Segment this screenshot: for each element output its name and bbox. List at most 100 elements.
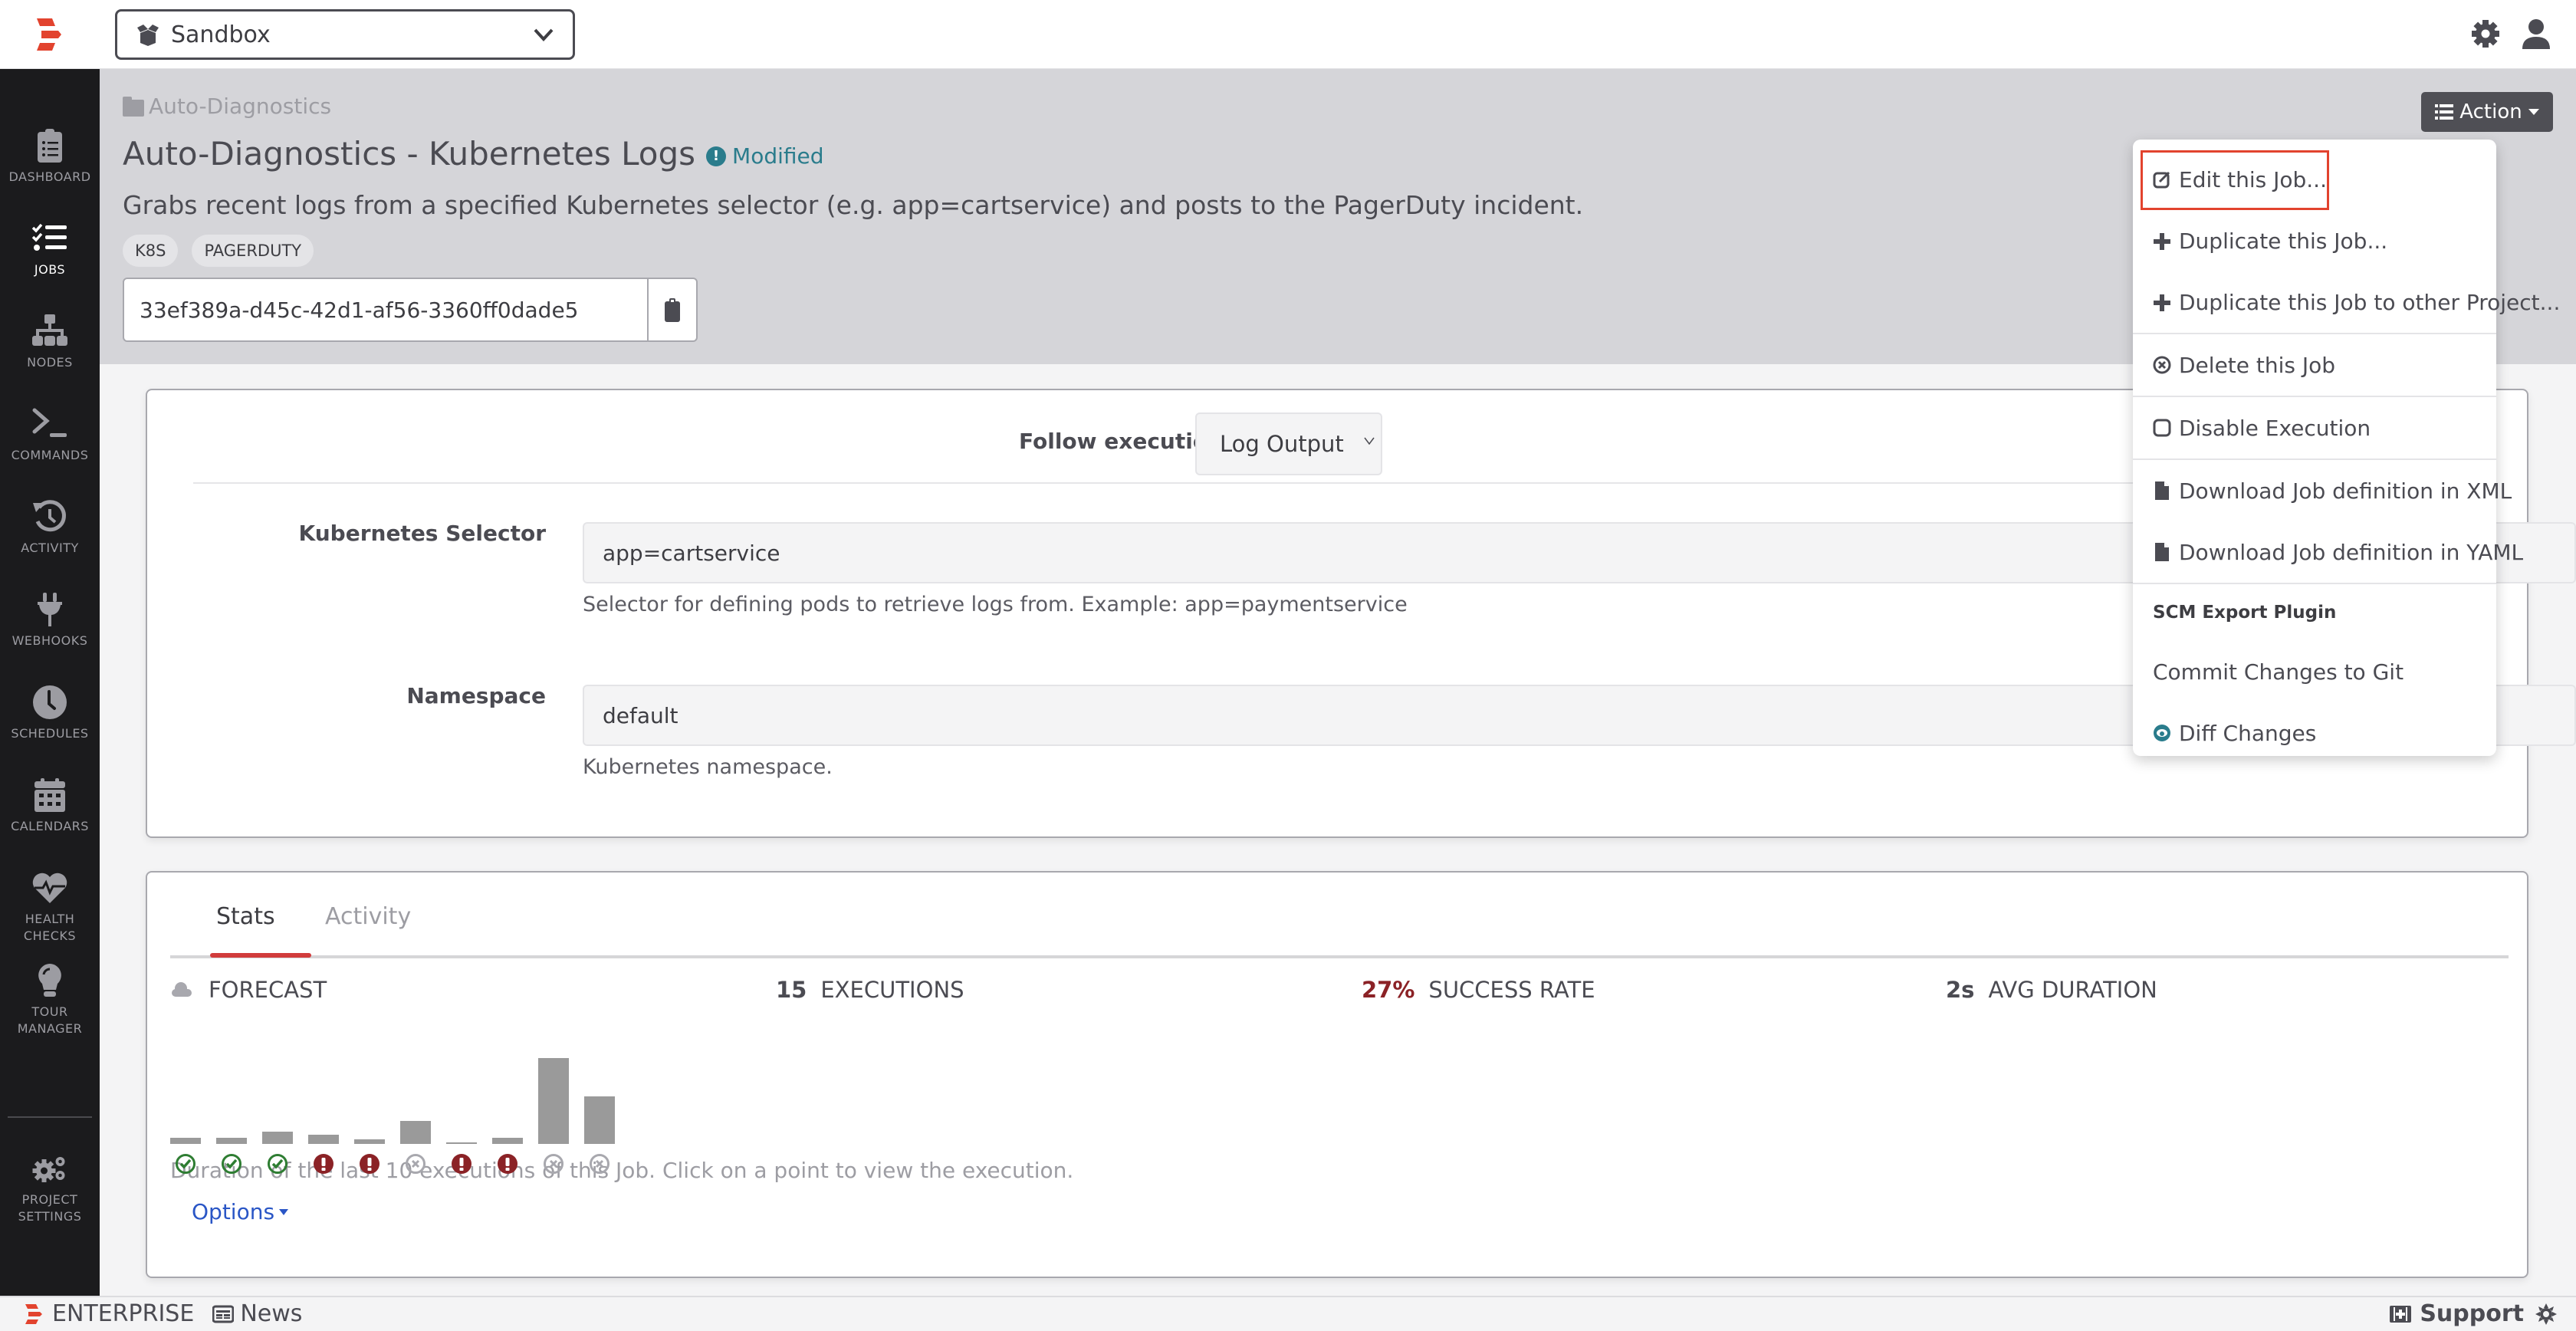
- scm-export-header: SCM Export Plugin: [2153, 603, 2337, 623]
- follow-execution-label: Follow execution: [1019, 429, 1223, 454]
- check-circle-icon[interactable]: [221, 1153, 242, 1175]
- field-help-selector: Selector for defining pods to retrieve l…: [583, 593, 1408, 616]
- menu-item-duplicate-job[interactable]: Duplicate this Job...: [2133, 210, 2496, 271]
- sidebar-item-schedules[interactable]: SCHEDULES: [0, 684, 100, 742]
- sidebar-item-health-checks[interactable]: HEALTH CHECKS: [0, 869, 100, 945]
- action-label: Action: [2459, 100, 2522, 123]
- clipboard-icon: [665, 298, 680, 322]
- duration-bar[interactable]: [262, 1132, 293, 1144]
- chart-help-text: Duration of the last 10 executions of th…: [170, 1158, 1074, 1183]
- rundeck-logo-icon[interactable]: [34, 18, 64, 51]
- menu-item-label: Duplicate this Job...: [2179, 228, 2388, 254]
- options-dropdown-link[interactable]: Options: [192, 1199, 289, 1224]
- history-icon: [33, 500, 66, 532]
- exclamation-circle-icon[interactable]: [451, 1153, 472, 1175]
- newspaper-icon: [212, 1305, 235, 1323]
- cloud-icon: [172, 982, 192, 997]
- times-circle-icon: [2153, 356, 2171, 374]
- breadcrumb-group: Auto-Diagnostics: [149, 94, 332, 119]
- sidebar-item-jobs[interactable]: JOBS: [0, 220, 100, 278]
- plug-icon: [38, 593, 62, 626]
- calendar-icon: [34, 778, 65, 812]
- file-icon: [2155, 543, 2169, 561]
- menu-item-delete-job[interactable]: Delete this Job: [2133, 334, 2496, 396]
- menu-item-download-xml[interactable]: Download Job definition in XML: [2133, 460, 2512, 521]
- menu-item-diff-changes[interactable]: Diff Changes: [2133, 702, 2496, 764]
- success-rate-value: 27%: [1362, 977, 1415, 1003]
- action-menu-button[interactable]: Action: [2421, 92, 2553, 132]
- menu-item-edit-job[interactable]: Edit this Job...: [2133, 149, 2496, 210]
- check-circle-icon[interactable]: [175, 1153, 196, 1175]
- clipboard-list-icon: [38, 129, 62, 163]
- job-description: Grabs recent logs from a specified Kuber…: [123, 190, 1584, 220]
- tag-list: K8S PAGERDUTY: [123, 235, 314, 267]
- chevron-down-icon: [534, 28, 554, 41]
- file-icon: [2155, 481, 2169, 500]
- check-circle-icon[interactable]: [267, 1153, 288, 1175]
- times-circle-icon[interactable]: [543, 1153, 564, 1175]
- list-icon: [2435, 104, 2454, 120]
- heartbeat-icon: [32, 873, 67, 903]
- box-open-icon: [137, 25, 159, 46]
- plus-icon: [2154, 233, 2170, 250]
- menu-item-commit-changes[interactable]: Commit Changes to Git: [2133, 641, 2496, 702]
- user-icon[interactable]: [2519, 17, 2553, 51]
- field-help-namespace: Kubernetes namespace.: [583, 755, 833, 779]
- news-link[interactable]: News: [212, 1300, 302, 1327]
- support-label: Support: [2420, 1300, 2524, 1327]
- avg-duration-label: AVG DURATION: [1988, 977, 2157, 1003]
- exclamation-circle-icon[interactable]: [313, 1153, 334, 1175]
- menu-item-label: Delete this Job: [2179, 352, 2336, 378]
- menu-item-download-yaml[interactable]: Download Job definition in YAML: [2133, 521, 2523, 583]
- job-uuid-field[interactable]: 33ef389a-d45c-42d1-af56-3360ff0dade5: [123, 278, 698, 342]
- duration-bar[interactable]: [354, 1139, 385, 1144]
- sidebar-item-activity[interactable]: ACTIVITY: [0, 498, 100, 557]
- times-circle-icon[interactable]: [589, 1153, 610, 1175]
- menu-item-duplicate-to-project[interactable]: Duplicate this Job to other Project...: [2133, 271, 2560, 333]
- support-link[interactable]: Support: [2389, 1300, 2524, 1327]
- exclamation-circle-icon[interactable]: [497, 1153, 518, 1175]
- square-icon: [2153, 419, 2171, 437]
- sidebar-item-webhooks[interactable]: WEBHOOKS: [0, 591, 100, 649]
- sidebar-item-commands[interactable]: COMMANDS: [0, 406, 100, 464]
- medkit-icon: [2390, 1305, 2412, 1323]
- tab-stats[interactable]: Stats: [216, 903, 275, 930]
- follow-execution-select[interactable]: Log Output: [1195, 412, 1382, 475]
- duration-bar[interactable]: [216, 1138, 247, 1144]
- exclamation-circle-icon[interactable]: [359, 1153, 380, 1175]
- menu-item-label: Duplicate this Job to other Project...: [2179, 289, 2561, 315]
- duration-bar[interactable]: [400, 1121, 431, 1144]
- sidebar-item-label: JOBS: [34, 262, 66, 277]
- duration-bar[interactable]: [584, 1096, 615, 1144]
- theme-sun-icon[interactable]: [2535, 1303, 2558, 1325]
- sidebar-item-label: HEALTH CHECKS: [23, 912, 77, 943]
- duration-bar[interactable]: [492, 1138, 523, 1144]
- duration-bar[interactable]: [170, 1138, 201, 1144]
- tab-activity[interactable]: Activity: [325, 903, 411, 930]
- duration-bar[interactable]: [446, 1142, 477, 1144]
- duration-bar[interactable]: [308, 1135, 339, 1144]
- sidebar-item-calendars[interactable]: CALENDARS: [0, 777, 100, 835]
- menu-item-label: Download Job definition in YAML: [2179, 539, 2524, 565]
- sidebar-item-project-settings[interactable]: PROJECT SETTINGS: [0, 1150, 100, 1225]
- project-select[interactable]: Sandbox: [115, 9, 575, 60]
- stats-tabs: Stats Activity: [170, 873, 2509, 958]
- tag-k8s[interactable]: K8S: [123, 235, 179, 267]
- stats-card: Stats Activity FORECAST 15 EXECUTIONS 27…: [146, 871, 2528, 1278]
- tag-pagerduty[interactable]: PAGERDUTY: [192, 235, 314, 267]
- forecast-label: FORECAST: [209, 977, 327, 1003]
- sidebar-item-nodes[interactable]: NODES: [0, 313, 100, 371]
- job-uuid[interactable]: 33ef389a-d45c-42d1-af56-3360ff0dade5: [124, 297, 647, 323]
- menu-item-disable-execution[interactable]: Disable Execution: [2133, 397, 2496, 458]
- menu-item-label: Disable Execution: [2179, 415, 2371, 441]
- duration-bar[interactable]: [538, 1058, 569, 1144]
- sidebar-item-dashboard[interactable]: DASHBOARD: [0, 127, 100, 186]
- action-dropdown-menu: Edit this Job... Duplicate this Job... D…: [2133, 140, 2560, 756]
- breadcrumb[interactable]: Auto-Diagnostics: [123, 94, 331, 119]
- terminal-icon: [32, 408, 67, 437]
- times-circle-icon[interactable]: [405, 1153, 426, 1175]
- copy-uuid-button[interactable]: [647, 279, 696, 340]
- settings-icon[interactable]: [2469, 17, 2502, 51]
- news-label: News: [240, 1300, 303, 1327]
- sidebar-item-tour-manager[interactable]: TOUR MANAGER: [0, 962, 100, 1037]
